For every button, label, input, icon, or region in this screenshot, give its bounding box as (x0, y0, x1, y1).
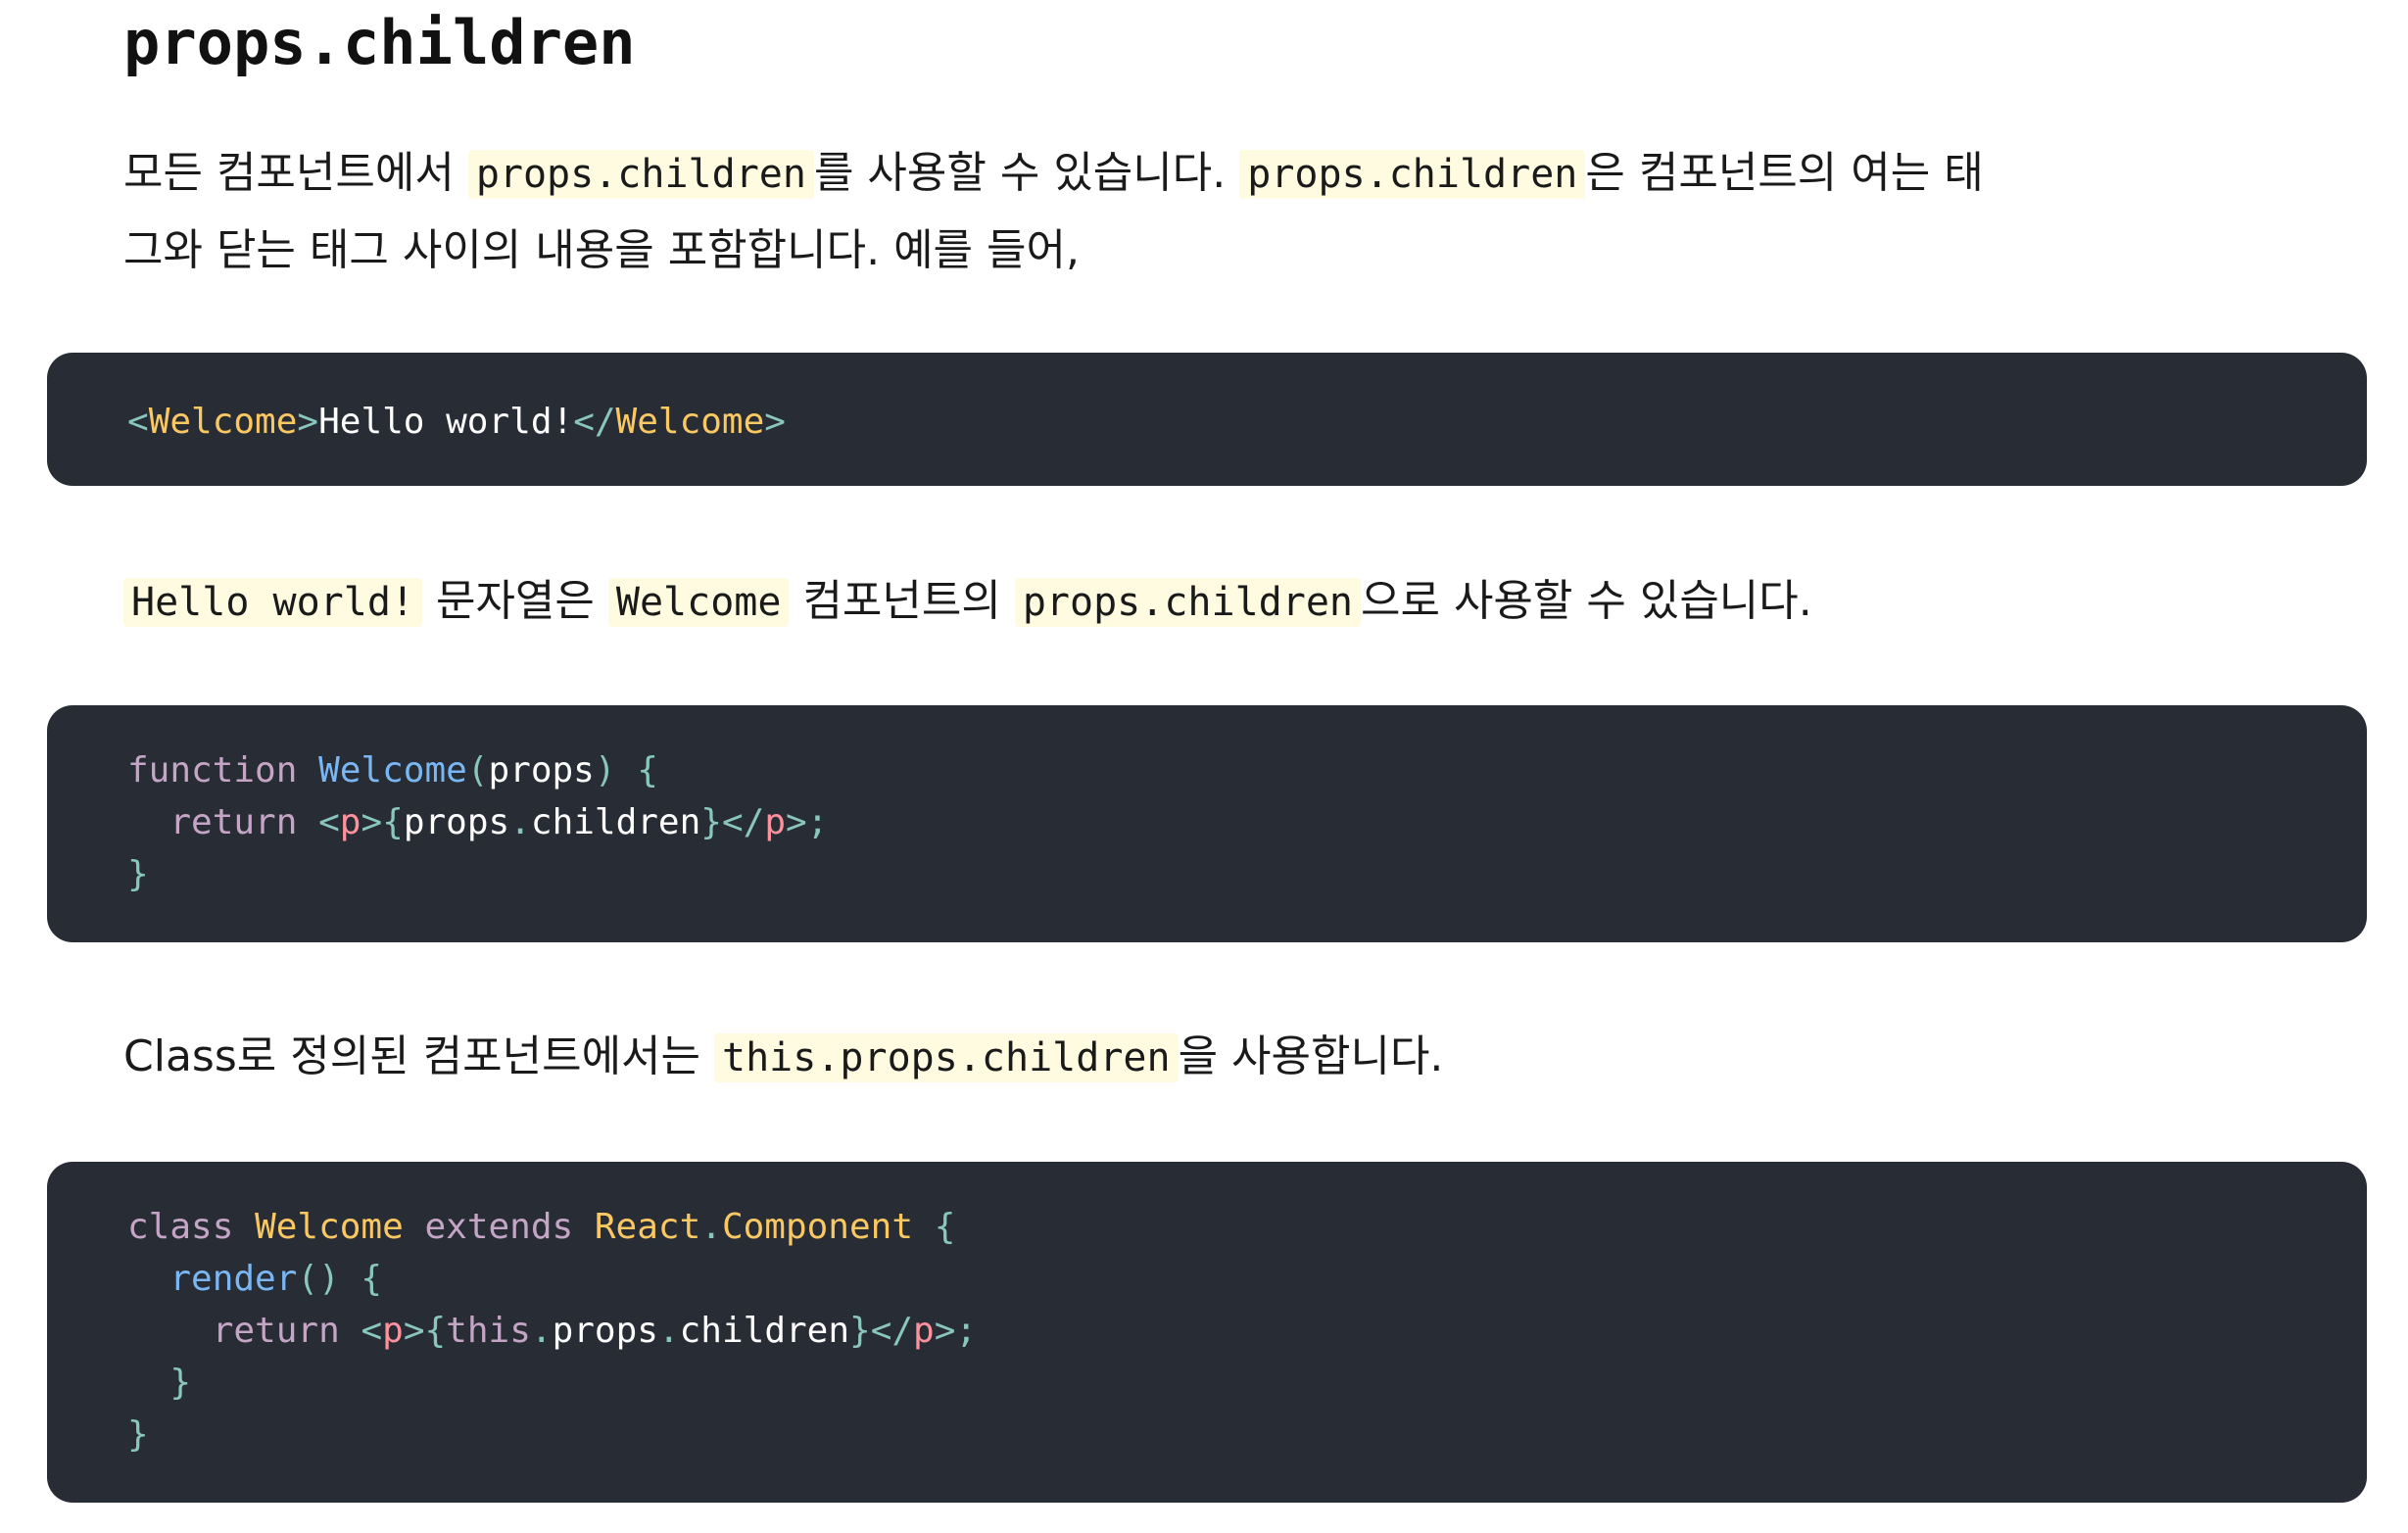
paragraph-text: 를 사용할 수 있습니다. (813, 148, 1240, 198)
code-token: ) { (594, 750, 658, 790)
code-token: { (934, 1207, 956, 1247)
code-token: Welcome (318, 750, 467, 790)
code-token: Welcome (255, 1207, 404, 1247)
code-token: Hello world! (318, 402, 574, 442)
code-token: ( (466, 750, 489, 790)
code-token: p (382, 1311, 404, 1351)
inline-code-welcome: Welcome (607, 578, 790, 627)
code-token: this (446, 1311, 531, 1351)
code-token: render (169, 1259, 298, 1299)
code-token: . (657, 1311, 680, 1351)
code-token: >{ (361, 802, 404, 842)
code-line: } (127, 1357, 2367, 1409)
code-token: . (700, 1207, 722, 1247)
code-token: React (594, 1207, 701, 1247)
code-token: >; (786, 802, 829, 842)
code-token: >; (934, 1311, 978, 1351)
paragraph-text: 문자열은 (421, 576, 608, 626)
inline-code-hello-world: Hello world! (123, 578, 422, 627)
code-line: <Welcome>Hello world!</Welcome> (127, 396, 2367, 448)
code-token: } (127, 1414, 149, 1455)
code-token: Component (721, 1207, 914, 1247)
code-token: }</ (700, 802, 765, 842)
docs-page: props.children 모든 컴포넌트에서 props.children 를… (0, 0, 2408, 1533)
code-line: function Welcome(props) { (127, 744, 2367, 796)
code-token: . (530, 1311, 553, 1351)
code-token: props (488, 750, 595, 790)
code-block-function-component: function Welcome(props) { return <p>{pro… (47, 705, 2367, 942)
paragraph-text: 으로 사용할 수 있습니다. (1361, 576, 1812, 626)
code-token: > (764, 402, 786, 442)
code-token: p (764, 802, 786, 842)
code-token: children (679, 1311, 850, 1351)
paragraph-text: Class로 정의된 컴포넌트에서는 (123, 1031, 714, 1081)
code-block-jsx-usage: <Welcome>Hello world!</Welcome> (47, 353, 2367, 486)
code-token: extends (424, 1207, 574, 1247)
paragraph-text: 모든 컴포넌트에서 (123, 148, 468, 198)
code-token: </ (573, 402, 616, 442)
code-token: . (509, 802, 531, 842)
explanation-paragraph: Hello world! 문자열은 Welcome 컴포넌트의 props.ch… (123, 563, 2279, 641)
code-token: function (127, 750, 298, 790)
code-token: } (127, 854, 149, 894)
code-token: } (169, 1363, 192, 1403)
code-token: < (318, 802, 340, 842)
code-token: () { (297, 1259, 383, 1299)
code-token: class (127, 1207, 234, 1247)
section-heading: props.children (123, 7, 636, 78)
code-token: props (552, 1311, 658, 1351)
code-block-class-component: class Welcome extends React.Component { … (47, 1162, 2367, 1503)
code-token: return (212, 1311, 340, 1351)
code-token: props (403, 802, 510, 842)
paragraph-text: 을 사용합니다. (1178, 1031, 1444, 1081)
class-paragraph: Class로 정의된 컴포넌트에서는 this.props.children 을 … (123, 1019, 2279, 1096)
code-line: class Welcome extends React.Component { (127, 1201, 2367, 1253)
code-token: > (297, 402, 319, 442)
inline-code-props-children: props.children (467, 150, 814, 199)
code-line: } (127, 848, 2367, 900)
code-token: return (169, 802, 298, 842)
code-token: Welcome (615, 402, 765, 442)
inline-code-props-children: props.children (1014, 578, 1361, 627)
code-token: p (339, 802, 361, 842)
code-token: < (127, 402, 149, 442)
code-line: render() { (127, 1253, 2367, 1305)
paragraph-text: 컴포넌트의 (789, 576, 1015, 626)
intro-paragraph: 모든 컴포넌트에서 props.children 를 사용할 수 있습니다. pr… (123, 135, 1985, 289)
code-line: return <p>{this.props.children}</p>; (127, 1305, 2367, 1357)
code-line: return <p>{props.children}</p>; (127, 796, 2367, 848)
inline-code-this-props-children: this.props.children (714, 1033, 1179, 1082)
code-line: } (127, 1409, 2367, 1461)
inline-code-props-children: props.children (1239, 150, 1586, 199)
code-token: children (530, 802, 701, 842)
code-token: Welcome (148, 402, 298, 442)
code-token: }</ (849, 1311, 914, 1351)
code-token: p (913, 1311, 935, 1351)
code-token: < (361, 1311, 383, 1351)
code-token: >{ (403, 1311, 447, 1351)
